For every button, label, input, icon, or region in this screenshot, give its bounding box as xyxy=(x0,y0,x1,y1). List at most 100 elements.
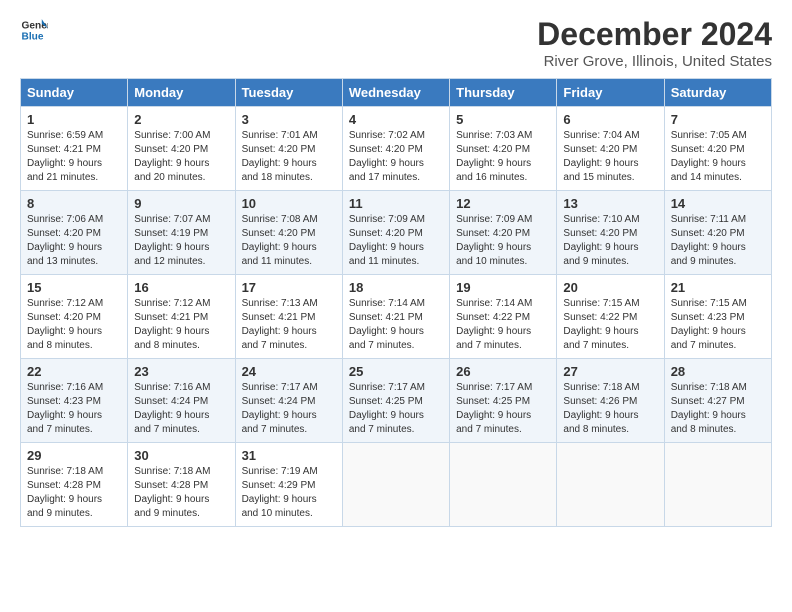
day-info: Sunrise: 7:01 AM Sunset: 4:20 PM Dayligh… xyxy=(242,129,336,185)
day-number: 21 xyxy=(671,280,765,295)
calendar-header-row: SundayMondayTuesdayWednesdayThursdayFrid… xyxy=(21,79,772,107)
day-number: 9 xyxy=(134,196,228,211)
day-info: Sunrise: 7:08 AM Sunset: 4:20 PM Dayligh… xyxy=(242,213,336,269)
calendar-day-cell: 17 Sunrise: 7:13 AM Sunset: 4:21 PM Dayl… xyxy=(235,275,342,359)
calendar-day-cell: 27 Sunrise: 7:18 AM Sunset: 4:26 PM Dayl… xyxy=(557,359,664,443)
calendar-day-cell: 11 Sunrise: 7:09 AM Sunset: 4:20 PM Dayl… xyxy=(342,191,449,275)
calendar-table: SundayMondayTuesdayWednesdayThursdayFrid… xyxy=(20,78,772,527)
calendar-day-cell: 29 Sunrise: 7:18 AM Sunset: 4:28 PM Dayl… xyxy=(21,443,128,527)
day-info: Sunrise: 7:15 AM Sunset: 4:22 PM Dayligh… xyxy=(563,297,657,353)
page-title: December 2024 xyxy=(537,16,772,53)
day-number: 30 xyxy=(134,448,228,463)
calendar-day-cell: 7 Sunrise: 7:05 AM Sunset: 4:20 PM Dayli… xyxy=(664,107,771,191)
calendar-day-cell: 19 Sunrise: 7:14 AM Sunset: 4:22 PM Dayl… xyxy=(450,275,557,359)
day-info: Sunrise: 7:00 AM Sunset: 4:20 PM Dayligh… xyxy=(134,129,228,185)
calendar-header-cell: Wednesday xyxy=(342,79,449,107)
day-number: 19 xyxy=(456,280,550,295)
calendar-day-cell: 30 Sunrise: 7:18 AM Sunset: 4:28 PM Dayl… xyxy=(128,443,235,527)
calendar-week-row: 15 Sunrise: 7:12 AM Sunset: 4:20 PM Dayl… xyxy=(21,275,772,359)
calendar-day-cell: 20 Sunrise: 7:15 AM Sunset: 4:22 PM Dayl… xyxy=(557,275,664,359)
day-info: Sunrise: 7:09 AM Sunset: 4:20 PM Dayligh… xyxy=(456,213,550,269)
day-info: Sunrise: 7:04 AM Sunset: 4:20 PM Dayligh… xyxy=(563,129,657,185)
day-info: Sunrise: 7:18 AM Sunset: 4:26 PM Dayligh… xyxy=(563,381,657,437)
day-info: Sunrise: 7:19 AM Sunset: 4:29 PM Dayligh… xyxy=(242,465,336,521)
day-number: 15 xyxy=(27,280,121,295)
day-info: Sunrise: 7:12 AM Sunset: 4:21 PM Dayligh… xyxy=(134,297,228,353)
calendar-day-cell: 4 Sunrise: 7:02 AM Sunset: 4:20 PM Dayli… xyxy=(342,107,449,191)
day-number: 10 xyxy=(242,196,336,211)
calendar-day-cell xyxy=(557,443,664,527)
calendar-day-cell: 31 Sunrise: 7:19 AM Sunset: 4:29 PM Dayl… xyxy=(235,443,342,527)
title-block: December 2024 River Grove, Illinois, Uni… xyxy=(537,16,772,70)
day-number: 16 xyxy=(134,280,228,295)
day-number: 3 xyxy=(242,112,336,127)
calendar-day-cell: 12 Sunrise: 7:09 AM Sunset: 4:20 PM Dayl… xyxy=(450,191,557,275)
day-info: Sunrise: 6:59 AM Sunset: 4:21 PM Dayligh… xyxy=(27,129,121,185)
day-info: Sunrise: 7:09 AM Sunset: 4:20 PM Dayligh… xyxy=(349,213,443,269)
day-number: 22 xyxy=(27,364,121,379)
day-number: 26 xyxy=(456,364,550,379)
calendar-body: 1 Sunrise: 6:59 AM Sunset: 4:21 PM Dayli… xyxy=(21,107,772,527)
day-number: 7 xyxy=(671,112,765,127)
calendar-day-cell: 26 Sunrise: 7:17 AM Sunset: 4:25 PM Dayl… xyxy=(450,359,557,443)
day-number: 13 xyxy=(563,196,657,211)
calendar-day-cell xyxy=(664,443,771,527)
calendar-day-cell: 21 Sunrise: 7:15 AM Sunset: 4:23 PM Dayl… xyxy=(664,275,771,359)
day-number: 6 xyxy=(563,112,657,127)
day-info: Sunrise: 7:07 AM Sunset: 4:19 PM Dayligh… xyxy=(134,213,228,269)
day-info: Sunrise: 7:06 AM Sunset: 4:20 PM Dayligh… xyxy=(27,213,121,269)
header: General Blue December 2024 River Grove, … xyxy=(20,16,772,70)
calendar-day-cell: 8 Sunrise: 7:06 AM Sunset: 4:20 PM Dayli… xyxy=(21,191,128,275)
calendar-day-cell: 16 Sunrise: 7:12 AM Sunset: 4:21 PM Dayl… xyxy=(128,275,235,359)
calendar-day-cell: 10 Sunrise: 7:08 AM Sunset: 4:20 PM Dayl… xyxy=(235,191,342,275)
day-number: 11 xyxy=(349,196,443,211)
day-number: 20 xyxy=(563,280,657,295)
calendar-day-cell: 23 Sunrise: 7:16 AM Sunset: 4:24 PM Dayl… xyxy=(128,359,235,443)
day-number: 25 xyxy=(349,364,443,379)
day-number: 24 xyxy=(242,364,336,379)
day-number: 1 xyxy=(27,112,121,127)
calendar-week-row: 8 Sunrise: 7:06 AM Sunset: 4:20 PM Dayli… xyxy=(21,191,772,275)
day-info: Sunrise: 7:13 AM Sunset: 4:21 PM Dayligh… xyxy=(242,297,336,353)
day-info: Sunrise: 7:05 AM Sunset: 4:20 PM Dayligh… xyxy=(671,129,765,185)
logo: General Blue xyxy=(20,16,48,44)
day-info: Sunrise: 7:02 AM Sunset: 4:20 PM Dayligh… xyxy=(349,129,443,185)
page-subtitle: River Grove, Illinois, United States xyxy=(537,53,772,70)
calendar-day-cell: 3 Sunrise: 7:01 AM Sunset: 4:20 PM Dayli… xyxy=(235,107,342,191)
calendar-day-cell: 6 Sunrise: 7:04 AM Sunset: 4:20 PM Dayli… xyxy=(557,107,664,191)
day-number: 12 xyxy=(456,196,550,211)
calendar-header-cell: Sunday xyxy=(21,79,128,107)
calendar-day-cell xyxy=(342,443,449,527)
day-info: Sunrise: 7:10 AM Sunset: 4:20 PM Dayligh… xyxy=(563,213,657,269)
day-info: Sunrise: 7:17 AM Sunset: 4:24 PM Dayligh… xyxy=(242,381,336,437)
svg-text:Blue: Blue xyxy=(22,31,44,42)
day-info: Sunrise: 7:11 AM Sunset: 4:20 PM Dayligh… xyxy=(671,213,765,269)
day-number: 18 xyxy=(349,280,443,295)
calendar-day-cell: 18 Sunrise: 7:14 AM Sunset: 4:21 PM Dayl… xyxy=(342,275,449,359)
calendar-day-cell xyxy=(450,443,557,527)
day-number: 17 xyxy=(242,280,336,295)
day-number: 29 xyxy=(27,448,121,463)
calendar-header-cell: Saturday xyxy=(664,79,771,107)
calendar-header-cell: Tuesday xyxy=(235,79,342,107)
calendar-day-cell: 24 Sunrise: 7:17 AM Sunset: 4:24 PM Dayl… xyxy=(235,359,342,443)
day-info: Sunrise: 7:14 AM Sunset: 4:22 PM Dayligh… xyxy=(456,297,550,353)
day-info: Sunrise: 7:17 AM Sunset: 4:25 PM Dayligh… xyxy=(456,381,550,437)
day-info: Sunrise: 7:15 AM Sunset: 4:23 PM Dayligh… xyxy=(671,297,765,353)
day-number: 4 xyxy=(349,112,443,127)
day-info: Sunrise: 7:18 AM Sunset: 4:28 PM Dayligh… xyxy=(27,465,121,521)
calendar-week-row: 22 Sunrise: 7:16 AM Sunset: 4:23 PM Dayl… xyxy=(21,359,772,443)
calendar-day-cell: 25 Sunrise: 7:17 AM Sunset: 4:25 PM Dayl… xyxy=(342,359,449,443)
day-number: 28 xyxy=(671,364,765,379)
day-info: Sunrise: 7:14 AM Sunset: 4:21 PM Dayligh… xyxy=(349,297,443,353)
day-number: 2 xyxy=(134,112,228,127)
day-info: Sunrise: 7:18 AM Sunset: 4:28 PM Dayligh… xyxy=(134,465,228,521)
calendar-week-row: 29 Sunrise: 7:18 AM Sunset: 4:28 PM Dayl… xyxy=(21,443,772,527)
logo-icon: General Blue xyxy=(20,16,48,44)
day-info: Sunrise: 7:18 AM Sunset: 4:27 PM Dayligh… xyxy=(671,381,765,437)
calendar-day-cell: 5 Sunrise: 7:03 AM Sunset: 4:20 PM Dayli… xyxy=(450,107,557,191)
day-number: 27 xyxy=(563,364,657,379)
calendar-day-cell: 15 Sunrise: 7:12 AM Sunset: 4:20 PM Dayl… xyxy=(21,275,128,359)
day-number: 8 xyxy=(27,196,121,211)
day-info: Sunrise: 7:16 AM Sunset: 4:23 PM Dayligh… xyxy=(27,381,121,437)
